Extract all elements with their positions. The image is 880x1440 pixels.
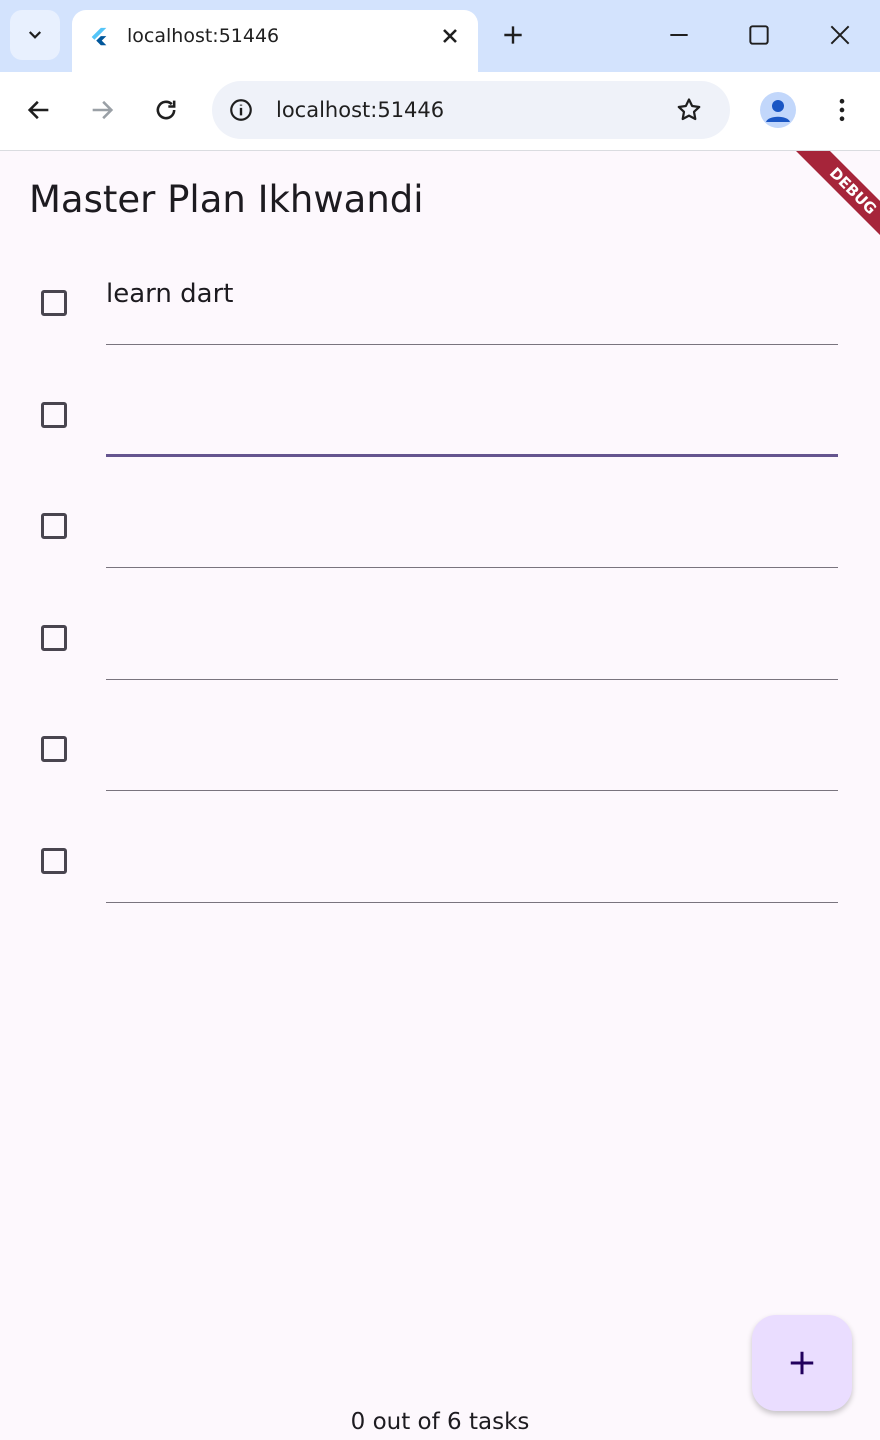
profile-icon [766,100,790,122]
task-checkbox[interactable] [41,401,67,428]
task-description-field[interactable] [106,826,838,903]
star-icon[interactable] [675,96,703,124]
task-checkbox[interactable] [41,513,67,539]
add-task-button[interactable] [752,1315,852,1411]
task-count-footer: 0 out of 6 tasks [350,1409,530,1435]
task-description-field[interactable] [106,715,838,791]
flutter-icon [91,27,107,46]
window-close-icon[interactable] [827,22,853,48]
chevron-down-icon [28,31,42,39]
task-checkbox[interactable] [41,290,67,316]
task-list [0,249,880,918]
task-row [0,361,880,473]
task-row [0,472,880,584]
maximize-icon[interactable] [746,22,772,48]
minimize-icon[interactable] [666,22,692,48]
task-checkbox[interactable] [41,624,67,651]
page-title: Master Plan Ikhwandi [29,178,424,221]
task-checkbox[interactable] [41,847,67,874]
plus-icon[interactable] [500,22,526,48]
back-icon[interactable] [25,96,53,124]
task-description-field[interactable] [106,269,838,345]
browser-toolbar: localhost:51446 [0,72,880,151]
debug-ribbon-label: DEBUG [784,151,880,260]
reload-icon[interactable] [152,96,180,124]
app-body: Master Plan Ikhwandi DEBUG learn dart 0 … [0,151,880,1440]
task-description-field[interactable] [106,380,838,457]
tab-search-button[interactable] [10,10,60,60]
more-vert-icon[interactable] [828,96,856,124]
browser-tab[interactable]: localhost:51446 [72,10,478,72]
profile-avatar[interactable] [760,92,796,128]
close-icon[interactable] [438,24,462,48]
task-row [0,807,880,919]
address-bar[interactable]: localhost:51446 [212,81,730,139]
add-icon [790,1351,814,1375]
task-description-field[interactable] [106,492,838,568]
task-row [0,695,880,807]
task-row [0,249,880,361]
task-description-field[interactable] [106,603,838,680]
info-icon[interactable] [228,97,254,123]
address-url[interactable]: localhost:51446 [276,98,444,122]
task-row [0,584,880,696]
browser-tabstrip: localhost:51446 [0,0,880,72]
tab-title: localhost:51446 [127,25,280,47]
task-checkbox[interactable] [41,736,67,762]
forward-icon[interactable] [88,96,116,124]
